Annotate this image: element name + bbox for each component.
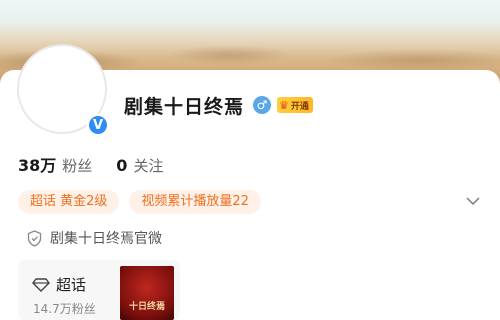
name-row: 剧集十日终焉 ♂ ♛ 开通	[124, 92, 313, 118]
following-count[interactable]: 0	[116, 156, 127, 175]
super-topic-title-row: 超话	[32, 274, 86, 295]
shield-icon	[27, 229, 42, 247]
vip-open-label: 开通	[290, 101, 309, 112]
followers-label[interactable]: 粉丝	[62, 155, 92, 176]
super-topic-title: 超话	[56, 276, 87, 294]
poster-title: 十日终焉	[128, 302, 165, 312]
official-account-text: 剧集十日终焉官微	[50, 231, 162, 247]
tag-video-plays[interactable]: 视频累计播放量22	[129, 190, 261, 214]
profile-tags: 超话 黄金2级 视频累计播放量22	[18, 190, 261, 214]
followers-count[interactable]: 38万	[18, 152, 56, 176]
profile-stats: 38万 粉丝 0 关注	[18, 152, 163, 176]
diamond-icon	[32, 277, 50, 292]
profile-name: 剧集十日终焉	[124, 95, 245, 118]
vip-open-badge[interactable]: ♛ 开通	[277, 97, 313, 113]
crown-icon: ♛	[279, 98, 289, 112]
official-account-row: 剧集十日终焉官微	[27, 228, 162, 248]
super-topic-card[interactable]: 超话 14.7万粉丝 十日终焉	[18, 260, 180, 320]
tag-super-topic-level[interactable]: 超话 黄金2级	[18, 190, 120, 214]
following-label[interactable]: 关注	[133, 155, 163, 176]
male-icon: ♂	[253, 96, 272, 114]
super-topic-poster[interactable]: 十日终焉	[120, 266, 174, 320]
chevron-down-icon[interactable]	[465, 193, 481, 209]
super-topic-fans: 14.7万粉丝	[33, 302, 96, 316]
verified-v-icon: V	[87, 114, 109, 136]
